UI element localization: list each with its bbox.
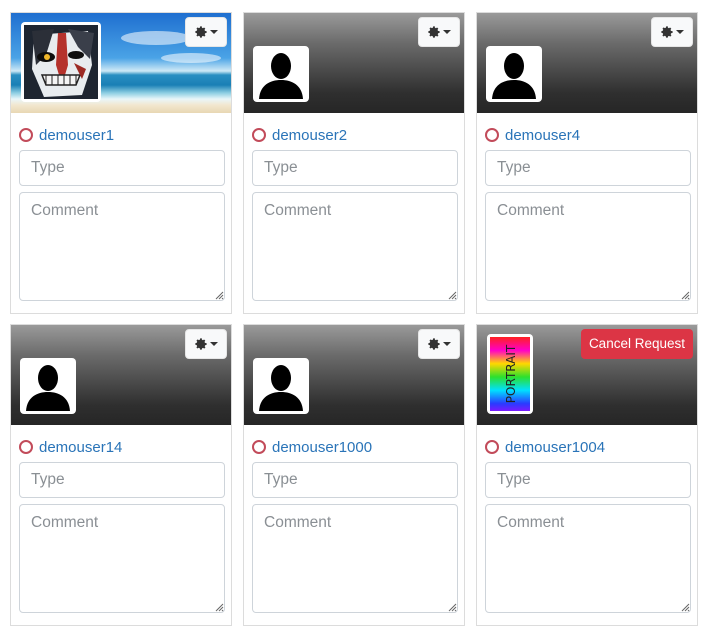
- status-ring-icon: [485, 128, 499, 142]
- caret-down-icon: [210, 30, 218, 34]
- card-banner: [244, 325, 464, 425]
- comment-textarea[interactable]: Comment: [252, 192, 458, 301]
- username-link[interactable]: demouser2: [272, 127, 347, 144]
- status-ring-icon: [485, 440, 499, 454]
- status-ring-icon: [252, 440, 266, 454]
- username-link[interactable]: demouser14: [39, 439, 122, 456]
- avatar: [253, 46, 309, 102]
- caret-down-icon: [443, 342, 451, 346]
- comment-textarea[interactable]: Comment: [485, 504, 691, 613]
- caret-down-icon: [443, 30, 451, 34]
- card-banner: [244, 13, 464, 113]
- gear-icon: [428, 26, 440, 38]
- user-card: demouser2 Type Comment: [243, 12, 465, 314]
- person-silhouette-icon: [259, 365, 303, 411]
- avatar: [486, 46, 542, 102]
- resize-handle-icon[interactable]: [681, 603, 690, 612]
- status-ring-icon: [19, 440, 33, 454]
- user-row: demouser1000: [252, 438, 372, 456]
- resize-handle-icon[interactable]: [681, 291, 690, 300]
- status-ring-icon: [252, 128, 266, 142]
- username-link[interactable]: demouser1004: [505, 439, 605, 456]
- cancel-request-button[interactable]: Cancel Request: [580, 329, 693, 359]
- person-silhouette-icon: [259, 53, 303, 99]
- type-input[interactable]: Type: [252, 150, 458, 186]
- gear-icon: [195, 26, 207, 38]
- type-input[interactable]: Type: [252, 462, 458, 498]
- portrait-rainbow-avatar: PORTRAIT: [490, 337, 530, 411]
- avatar: [21, 22, 101, 102]
- anime-mask-avatar: [24, 25, 98, 99]
- gear-icon: [428, 338, 440, 350]
- card-banner: PORTRAIT Cancel Request: [477, 325, 697, 425]
- user-row: demouser1: [19, 126, 114, 144]
- user-row: demouser14: [19, 438, 122, 456]
- type-input[interactable]: Type: [485, 462, 691, 498]
- gear-icon: [661, 26, 673, 38]
- caret-down-icon: [210, 342, 218, 346]
- card-banner: [477, 13, 697, 113]
- status-ring-icon: [19, 128, 33, 142]
- user-row: demouser1004: [485, 438, 605, 456]
- avatar: PORTRAIT: [487, 334, 533, 414]
- settings-dropdown-button[interactable]: [651, 17, 693, 47]
- portrait-label: PORTRAIT: [504, 344, 518, 403]
- user-row: demouser4: [485, 126, 580, 144]
- username-link[interactable]: demouser1: [39, 127, 114, 144]
- comment-textarea[interactable]: Comment: [485, 192, 691, 301]
- username-link[interactable]: demouser1000: [272, 439, 372, 456]
- comment-textarea[interactable]: Comment: [252, 504, 458, 613]
- person-silhouette-icon: [492, 53, 536, 99]
- avatar: [20, 358, 76, 414]
- user-card: demouser14 Type Comment: [10, 324, 232, 626]
- caret-down-icon: [676, 30, 684, 34]
- type-input[interactable]: Type: [485, 150, 691, 186]
- settings-dropdown-button[interactable]: [185, 329, 227, 359]
- resize-handle-icon[interactable]: [448, 291, 457, 300]
- gear-icon: [195, 338, 207, 350]
- type-input[interactable]: Type: [19, 462, 225, 498]
- card-banner: [11, 325, 231, 425]
- user-card: demouser1 Type Comment: [10, 12, 232, 314]
- user-card: demouser4 Type Comment: [476, 12, 698, 314]
- comment-textarea[interactable]: Comment: [19, 504, 225, 613]
- avatar: [253, 358, 309, 414]
- username-link[interactable]: demouser4: [505, 127, 580, 144]
- person-silhouette-icon: [26, 365, 70, 411]
- settings-dropdown-button[interactable]: [185, 17, 227, 47]
- type-input[interactable]: Type: [19, 150, 225, 186]
- resize-handle-icon[interactable]: [215, 603, 224, 612]
- user-card: demouser1000 Type Comment: [243, 324, 465, 626]
- resize-handle-icon[interactable]: [448, 603, 457, 612]
- settings-dropdown-button[interactable]: [418, 329, 460, 359]
- resize-handle-icon[interactable]: [215, 291, 224, 300]
- card-banner: [11, 13, 231, 113]
- settings-dropdown-button[interactable]: [418, 17, 460, 47]
- user-card: PORTRAIT Cancel Request demouser1004 Typ…: [476, 324, 698, 626]
- user-row: demouser2: [252, 126, 347, 144]
- comment-textarea[interactable]: Comment: [19, 192, 225, 301]
